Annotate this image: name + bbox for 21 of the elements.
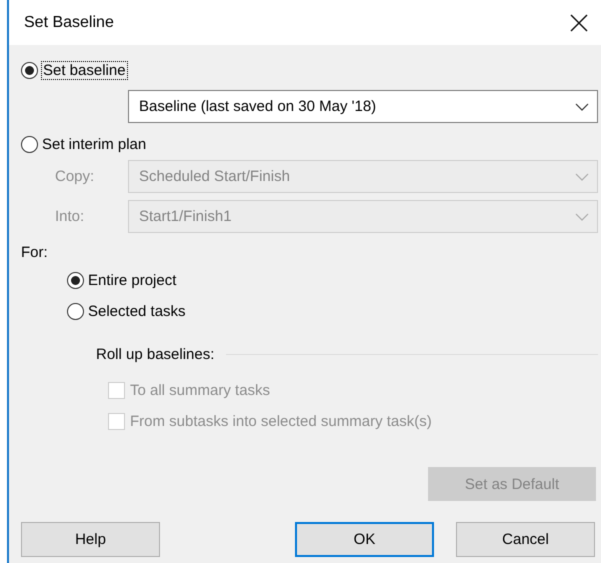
section-label: For: <box>21 244 48 260</box>
radio-button[interactable] <box>67 272 84 288</box>
chevron-icon <box>575 102 589 110</box>
field-label: Into: <box>55 208 86 225</box>
window-title: Set Baseline <box>24 14 114 32</box>
close-icon[interactable] <box>569 12 589 32</box>
radio-button[interactable] <box>67 302 84 320</box>
dialog-button[interactable]: Help <box>21 522 160 557</box>
option-label[interactable]: Selected tasks <box>88 302 186 320</box>
radio-button[interactable] <box>21 62 38 78</box>
option-label[interactable]: Entire project <box>88 272 176 288</box>
dropdown[interactable]: Baseline (last saved on 30 May '18) <box>128 90 598 123</box>
group-label: Roll up baselines: <box>96 346 214 362</box>
radio-button[interactable] <box>21 136 38 152</box>
dialog-button[interactable]: OK <box>295 522 434 557</box>
option-label[interactable]: Set interim plan <box>42 136 146 152</box>
chevron-icon <box>575 172 589 180</box>
option-label[interactable]: Set baseline <box>42 62 127 78</box>
dialog-button[interactable]: Cancel <box>456 522 595 557</box>
field-label: Copy: <box>55 168 96 185</box>
chevron-icon <box>575 212 589 220</box>
